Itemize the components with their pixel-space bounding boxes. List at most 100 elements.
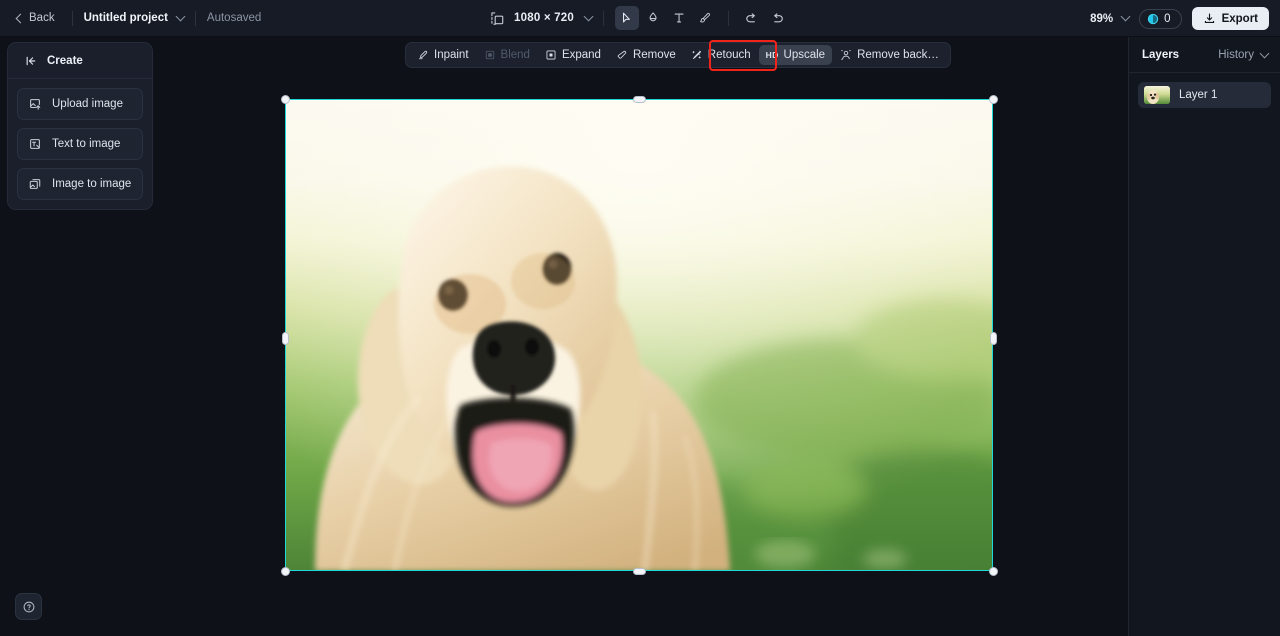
top-bar-right: 89% 0 Export xyxy=(1090,0,1269,37)
text-t-icon xyxy=(674,13,684,23)
create-panel: Create Upload image Text to image Image … xyxy=(7,42,153,210)
create-panel-title: Create xyxy=(47,55,83,67)
layers-panel: Layers History Layer 1 xyxy=(1128,37,1280,636)
history-group xyxy=(740,6,790,30)
inpaint-label: Inpaint xyxy=(434,49,469,61)
project-name: Untitled project xyxy=(83,12,168,24)
eraser-tool[interactable] xyxy=(641,6,665,30)
remove-label: Remove xyxy=(632,49,676,61)
retouch-label: Retouch xyxy=(707,49,751,61)
retouch-button[interactable]: Retouch xyxy=(684,45,758,65)
upscale-label: Upscale xyxy=(783,49,826,61)
sidebar-item-label: Image to image xyxy=(52,178,132,190)
blend-label: Blend xyxy=(500,49,530,61)
sidebar-item-label: Upload image xyxy=(52,98,123,110)
layer-name: Layer 1 xyxy=(1179,89,1218,101)
canvas-size-control[interactable]: 1080 × 720 xyxy=(490,11,594,26)
chevron-down-icon xyxy=(1259,48,1270,59)
image-actions-toolbar: Inpaint Blend Expand Remove Retouch HD U… xyxy=(405,42,951,68)
eraser-icon xyxy=(649,12,657,22)
resize-handle-bottom-left[interactable] xyxy=(281,567,290,576)
undo-button[interactable] xyxy=(740,6,764,30)
layer-thumbnail xyxy=(1144,86,1170,104)
dog-thumbnail-image xyxy=(1144,86,1170,104)
chevron-left-icon xyxy=(15,13,26,23)
app-root: Back Untitled project Autosaved 1080 × 7… xyxy=(0,0,1280,636)
expand-button[interactable]: Expand xyxy=(538,45,608,65)
text-tool[interactable] xyxy=(667,6,691,30)
remove-background-button[interactable]: Remove back… xyxy=(833,45,946,65)
tab-history[interactable]: History xyxy=(1218,48,1270,61)
resize-handle-left[interactable] xyxy=(282,332,289,345)
undo-icon xyxy=(746,12,756,22)
canvas-size-value: 1080 × 720 xyxy=(514,12,574,24)
image-to-image-icon xyxy=(29,179,41,189)
select-tool[interactable] xyxy=(614,6,639,30)
inpaint-button[interactable]: Inpaint xyxy=(410,45,476,65)
sidebar-item-upload-image[interactable]: Upload image xyxy=(17,88,143,120)
redo-icon xyxy=(774,12,784,22)
credit-coin-icon xyxy=(1147,13,1159,24)
hd-badge-label: HD xyxy=(765,50,779,60)
top-bar: Back Untitled project Autosaved 1080 × 7… xyxy=(0,0,1280,37)
chevron-down-icon xyxy=(1120,11,1131,22)
cursor-arrow-icon xyxy=(622,12,630,23)
sidebar-item-image-to-image[interactable]: Image to image xyxy=(17,168,143,200)
resize-icon xyxy=(490,11,504,26)
divider xyxy=(71,10,73,26)
sidebar-item-label: Text to image xyxy=(52,138,121,150)
resize-handle-bottom[interactable] xyxy=(633,568,646,575)
back-label: Back xyxy=(29,12,55,24)
brush-tool[interactable] xyxy=(693,6,717,30)
resize-handle-top-left[interactable] xyxy=(281,95,290,104)
export-button[interactable]: Export xyxy=(1191,7,1269,30)
inpaint-icon xyxy=(418,50,428,60)
sidebar-item-text-to-image[interactable]: Text to image xyxy=(17,128,143,160)
remove-eraser-icon xyxy=(617,50,627,59)
blend-icon xyxy=(485,50,494,60)
tool-group xyxy=(614,6,717,30)
autosave-status: Autosaved xyxy=(206,12,262,24)
credits-count: 0 xyxy=(1164,12,1171,25)
divider xyxy=(194,10,196,26)
remove-button[interactable]: Remove xyxy=(609,45,683,65)
remove-background-icon xyxy=(841,50,851,60)
create-panel-items: Upload image Text to image Image to imag… xyxy=(8,79,152,200)
tab-history-label: History xyxy=(1218,49,1254,61)
top-bar-center: 1080 × 720 xyxy=(490,6,790,30)
zoom-level: 89% xyxy=(1090,12,1114,25)
project-name-dropdown[interactable]: Untitled project xyxy=(83,11,186,24)
layers-list: Layer 1 xyxy=(1129,73,1280,108)
retouch-wand-icon xyxy=(692,50,701,59)
hd-upscale-button[interactable]: HD Upscale xyxy=(758,45,833,65)
back-button[interactable]: Back xyxy=(11,8,61,28)
credits-badge[interactable]: 0 xyxy=(1139,8,1182,29)
chevron-down-icon xyxy=(175,11,186,21)
redo-button[interactable] xyxy=(766,6,790,30)
canvas-area[interactable] xyxy=(160,37,1128,636)
create-panel-header: Create xyxy=(8,43,152,79)
help-button[interactable] xyxy=(15,593,42,620)
collapse-left-icon[interactable] xyxy=(24,54,38,68)
download-icon xyxy=(1204,13,1214,23)
resize-handle-bottom-right[interactable] xyxy=(989,567,998,576)
help-question-icon xyxy=(23,601,34,612)
resize-handle-right[interactable] xyxy=(990,332,997,345)
divider xyxy=(602,10,604,26)
text-to-image-icon xyxy=(30,139,40,149)
tab-layers[interactable]: Layers xyxy=(1142,49,1179,61)
zoom-control[interactable]: 89% xyxy=(1090,11,1131,25)
brush-icon xyxy=(699,12,710,23)
resize-handle-top-right[interactable] xyxy=(989,95,998,104)
top-bar-left: Back Untitled project Autosaved xyxy=(0,8,261,28)
layer-item[interactable]: Layer 1 xyxy=(1138,82,1271,108)
blend-button: Blend xyxy=(477,45,537,65)
dog-photo xyxy=(285,99,993,571)
resize-handle-top[interactable] xyxy=(633,96,646,103)
divider xyxy=(727,10,729,26)
canvas-image[interactable] xyxy=(285,99,993,571)
expand-icon xyxy=(546,50,556,60)
remove-background-label: Remove back… xyxy=(857,49,939,61)
layers-panel-header: Layers History xyxy=(1129,37,1280,73)
upload-image-icon xyxy=(30,99,41,110)
